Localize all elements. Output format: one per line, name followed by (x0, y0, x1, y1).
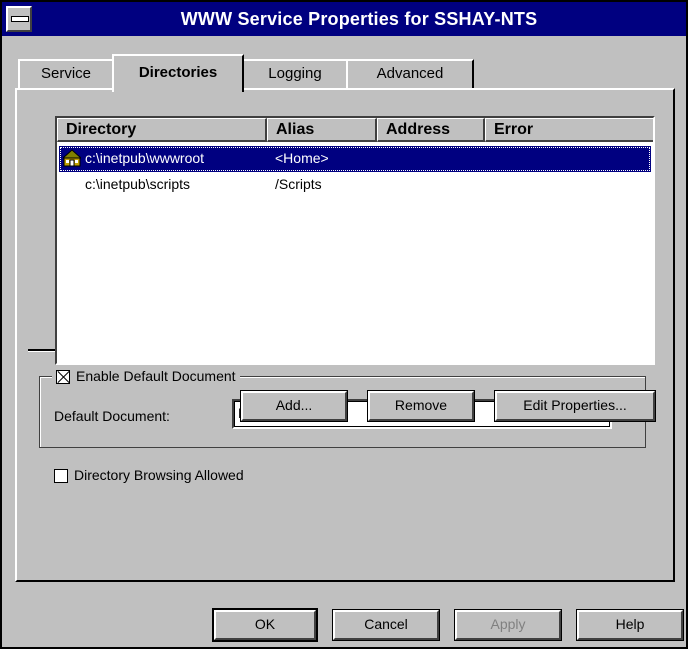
list-item[interactable]: c:\inetpub\scripts /Scripts (59, 172, 651, 198)
tab-service[interactable]: Service (18, 59, 114, 89)
apply-button[interactable]: Apply (454, 609, 562, 641)
column-header-error[interactable]: Error (485, 118, 653, 142)
window-title: WWW Service Properties for SSHAY-NTS (180, 9, 538, 29)
system-menu-icon[interactable] (6, 6, 32, 32)
home-folder-icon (63, 149, 81, 167)
edit-properties-button[interactable]: Edit Properties... (494, 390, 656, 422)
column-header-address[interactable]: Address (377, 118, 485, 142)
list-item[interactable]: c:\inetpub\wwwroot <Home> (59, 146, 651, 172)
tab-label: Service (40, 65, 92, 82)
tab-label: Directories (138, 64, 218, 81)
directory-alias: /Scripts (275, 176, 322, 192)
tab-directories[interactable]: Directories (112, 54, 244, 92)
tab-label: Logging (268, 65, 322, 82)
remove-button[interactable]: Remove (367, 390, 475, 422)
directory-list[interactable]: Directory Alias Address Error c:\inetpub… (55, 116, 655, 365)
directories-panel: Directory Alias Address Error c:\inetpub… (15, 88, 675, 582)
ok-button[interactable]: OK (212, 608, 318, 642)
tab-label: Advanced (376, 65, 444, 82)
cancel-button[interactable]: Cancel (332, 609, 440, 641)
title-bar[interactable]: WWW Service Properties for SSHAY-NTS (2, 2, 686, 36)
tab-logging[interactable]: Logging (242, 59, 348, 89)
add-button[interactable]: Add... (240, 390, 348, 422)
properties-dialog: WWW Service Properties for SSHAY-NTS Ser… (0, 0, 688, 649)
directory-path: c:\inetpub\wwwroot (85, 150, 205, 166)
tab-advanced[interactable]: Advanced (346, 59, 474, 89)
directory-alias: <Home> (275, 150, 329, 166)
column-header-directory[interactable]: Directory (57, 118, 267, 142)
directory-path: c:\inetpub\scripts (85, 176, 191, 192)
help-button[interactable]: Help (576, 609, 684, 641)
column-header-alias[interactable]: Alias (267, 118, 377, 142)
